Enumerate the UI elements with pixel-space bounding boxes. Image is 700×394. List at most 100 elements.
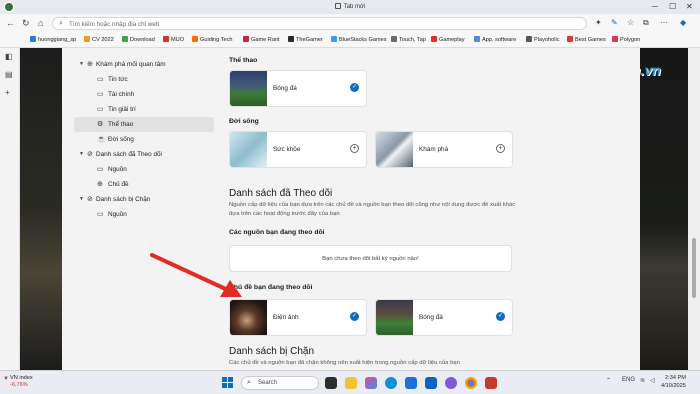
clock[interactable]: 2:34 PM 4/10/2025	[661, 375, 686, 390]
favorite-icon	[431, 36, 437, 42]
topic-card-explore[interactable]: Khám phá +	[375, 131, 513, 168]
search-icon: ⌕	[59, 20, 63, 27]
favorite-item[interactable]: BlueStacks Games	[331, 36, 387, 43]
favorite-item[interactable]: Game Rant	[243, 36, 280, 43]
windows-logo-tile	[228, 383, 233, 388]
back-icon[interactable]: ←	[6, 17, 15, 29]
copilot-icon[interactable]: ✎	[611, 18, 618, 27]
copilot-app-icon[interactable]	[365, 377, 377, 389]
extensions-icon[interactable]: ✦	[595, 18, 602, 27]
wifi-icon[interactable]: ≋	[640, 377, 645, 384]
add-sidebar-icon[interactable]: +	[5, 88, 10, 97]
favorite-label: Playoholic	[534, 37, 560, 43]
nav-blocked-sources[interactable]: ▭ Nguồn	[74, 207, 214, 222]
chevron-down-icon[interactable]: ▼	[79, 57, 84, 72]
taskview-icon[interactable]	[325, 377, 337, 389]
collections-sidebar-icon[interactable]: ▤	[5, 70, 13, 79]
favorite-item[interactable]: TheGamer	[288, 36, 323, 43]
background-image-right	[640, 48, 688, 370]
card-label: Điện ảnh	[273, 314, 299, 321]
favorite-label: BlueStacks Games	[339, 37, 387, 43]
page-scrollbar[interactable]	[688, 48, 700, 370]
no-sources-box: Bạn chưa theo dõi bất kỳ nguồn nào!	[229, 245, 512, 272]
settings-more-icon[interactable]: ⋯	[660, 18, 668, 27]
life-icon: ☕	[97, 136, 106, 143]
nav-following[interactable]: ▼ ⊘ Danh sách đã Theo dõi	[74, 147, 214, 162]
topic-card-movies[interactable]: Điện ảnh ✓	[229, 299, 367, 336]
favorite-item[interactable]: Guiding Tech	[192, 36, 233, 43]
card-label: Bóng đá	[419, 314, 443, 321]
taskbar-search[interactable]: ⌕ Search	[241, 376, 319, 390]
start-button[interactable]	[222, 377, 234, 389]
topic-card-football-followed[interactable]: Bóng đá ✓	[375, 299, 513, 336]
movies-thumbnail	[230, 300, 267, 335]
nav-label: Nguồn	[108, 166, 127, 173]
favorite-item[interactable]: Playoholic	[526, 36, 560, 43]
maximize-button[interactable]: ☐	[669, 2, 676, 12]
check-circle-icon: ⊘	[87, 151, 93, 158]
nav-news[interactable]: ▭ Tin tức	[74, 72, 214, 87]
nav-entertainment[interactable]: ▭ Tin giải trí	[74, 102, 214, 117]
chevron-down-icon[interactable]: ▼	[79, 147, 84, 162]
minimize-button[interactable]: ─	[652, 2, 658, 12]
no-sources-text: Bạn chưa theo dõi bất kỳ nguồn nào!	[322, 256, 419, 262]
nav-sources[interactable]: ▭ Nguồn	[74, 162, 214, 177]
edge-icon[interactable]	[385, 377, 397, 389]
stock-widget[interactable]: ▼ VN index -6,76%	[3, 375, 33, 389]
topic-card-football[interactable]: Bóng đá ✓	[229, 70, 367, 107]
file-explorer-icon[interactable]	[345, 377, 357, 389]
app-icon[interactable]	[485, 377, 497, 389]
block-icon: ⊘	[87, 196, 93, 203]
language-indicator[interactable]: ENG	[622, 377, 635, 383]
favorite-item[interactable]: Polygon	[612, 36, 640, 43]
checkmark-icon[interactable]: ✓	[496, 312, 505, 321]
nav-blocked[interactable]: ▼ ⊘ Danh sách bị Chặn	[74, 192, 214, 207]
refresh-icon[interactable]: ↻	[22, 17, 30, 29]
favorite-icon	[526, 36, 532, 42]
topic-card-health[interactable]: Sức khỏe +	[229, 131, 367, 168]
blocked-title: Danh sách bị Chặn	[229, 346, 315, 357]
favorite-item[interactable]: App, software	[474, 36, 516, 43]
nav-sports[interactable]: ⚙ Thể thao	[74, 117, 214, 132]
active-tab[interactable]: Tab mới	[0, 3, 700, 10]
favorite-item[interactable]: Gameplay	[431, 36, 465, 43]
volume-icon[interactable]: ◁	[650, 377, 655, 384]
scrollbar-thumb[interactable]	[692, 238, 696, 298]
tray-overflow-icon[interactable]: ⌃	[606, 377, 611, 384]
windows-logo-tile	[228, 377, 233, 382]
favorite-item[interactable]: Touch, Tap	[391, 36, 426, 43]
sources-icon: ▭	[97, 166, 104, 173]
nav-finance[interactable]: ▭ Tài chính	[74, 87, 214, 102]
add-icon[interactable]: +	[350, 144, 359, 153]
outlook-icon[interactable]	[425, 377, 437, 389]
tab-actions-icon[interactable]: ◧	[5, 52, 13, 61]
nav-topics[interactable]: ⊕ Chủ đề	[74, 177, 214, 192]
close-window-button[interactable]: ✕	[686, 2, 693, 12]
nav-label: Tài chính	[108, 91, 135, 98]
add-icon[interactable]: +	[496, 144, 505, 153]
edge-copilot-icon[interactable]: ◆	[680, 18, 686, 27]
favorite-item[interactable]: MUO	[163, 36, 184, 43]
home-icon[interactable]: ⌂	[38, 17, 43, 29]
nav-life[interactable]: ☕ Đời sống	[74, 132, 214, 147]
checkmark-icon[interactable]: ✓	[350, 312, 359, 321]
collections-icon[interactable]: ⧉	[643, 18, 649, 28]
checkmark-icon[interactable]: ✓	[350, 83, 359, 92]
favorite-label: TheGamer	[296, 37, 323, 43]
viber-icon[interactable]	[445, 377, 457, 389]
favorites-icon[interactable]: ☆	[627, 18, 634, 27]
favorite-label: Guiding Tech	[200, 37, 233, 43]
favorite-item[interactable]: huonggiang_sp	[30, 36, 76, 43]
store-icon[interactable]	[405, 377, 417, 389]
favorite-icon	[122, 36, 128, 42]
nav-label: Thể thao	[108, 121, 134, 128]
chrome-icon[interactable]	[465, 377, 477, 389]
favorite-item[interactable]: Download	[122, 36, 155, 43]
favorite-item[interactable]: Best Games	[567, 36, 606, 43]
nav-label: Đời sống	[108, 136, 134, 143]
address-input[interactable]: ⌕ Tìm kiếm hoặc nhập địa chỉ web	[52, 17, 587, 30]
nav-explore[interactable]: ▼ ⊕ Khám phá mối quan tâm	[74, 57, 214, 72]
nav-label: Danh sách đã Theo dõi	[96, 151, 162, 158]
chevron-down-icon[interactable]: ▼	[79, 192, 84, 207]
favorite-item[interactable]: CV 2022	[84, 36, 114, 43]
